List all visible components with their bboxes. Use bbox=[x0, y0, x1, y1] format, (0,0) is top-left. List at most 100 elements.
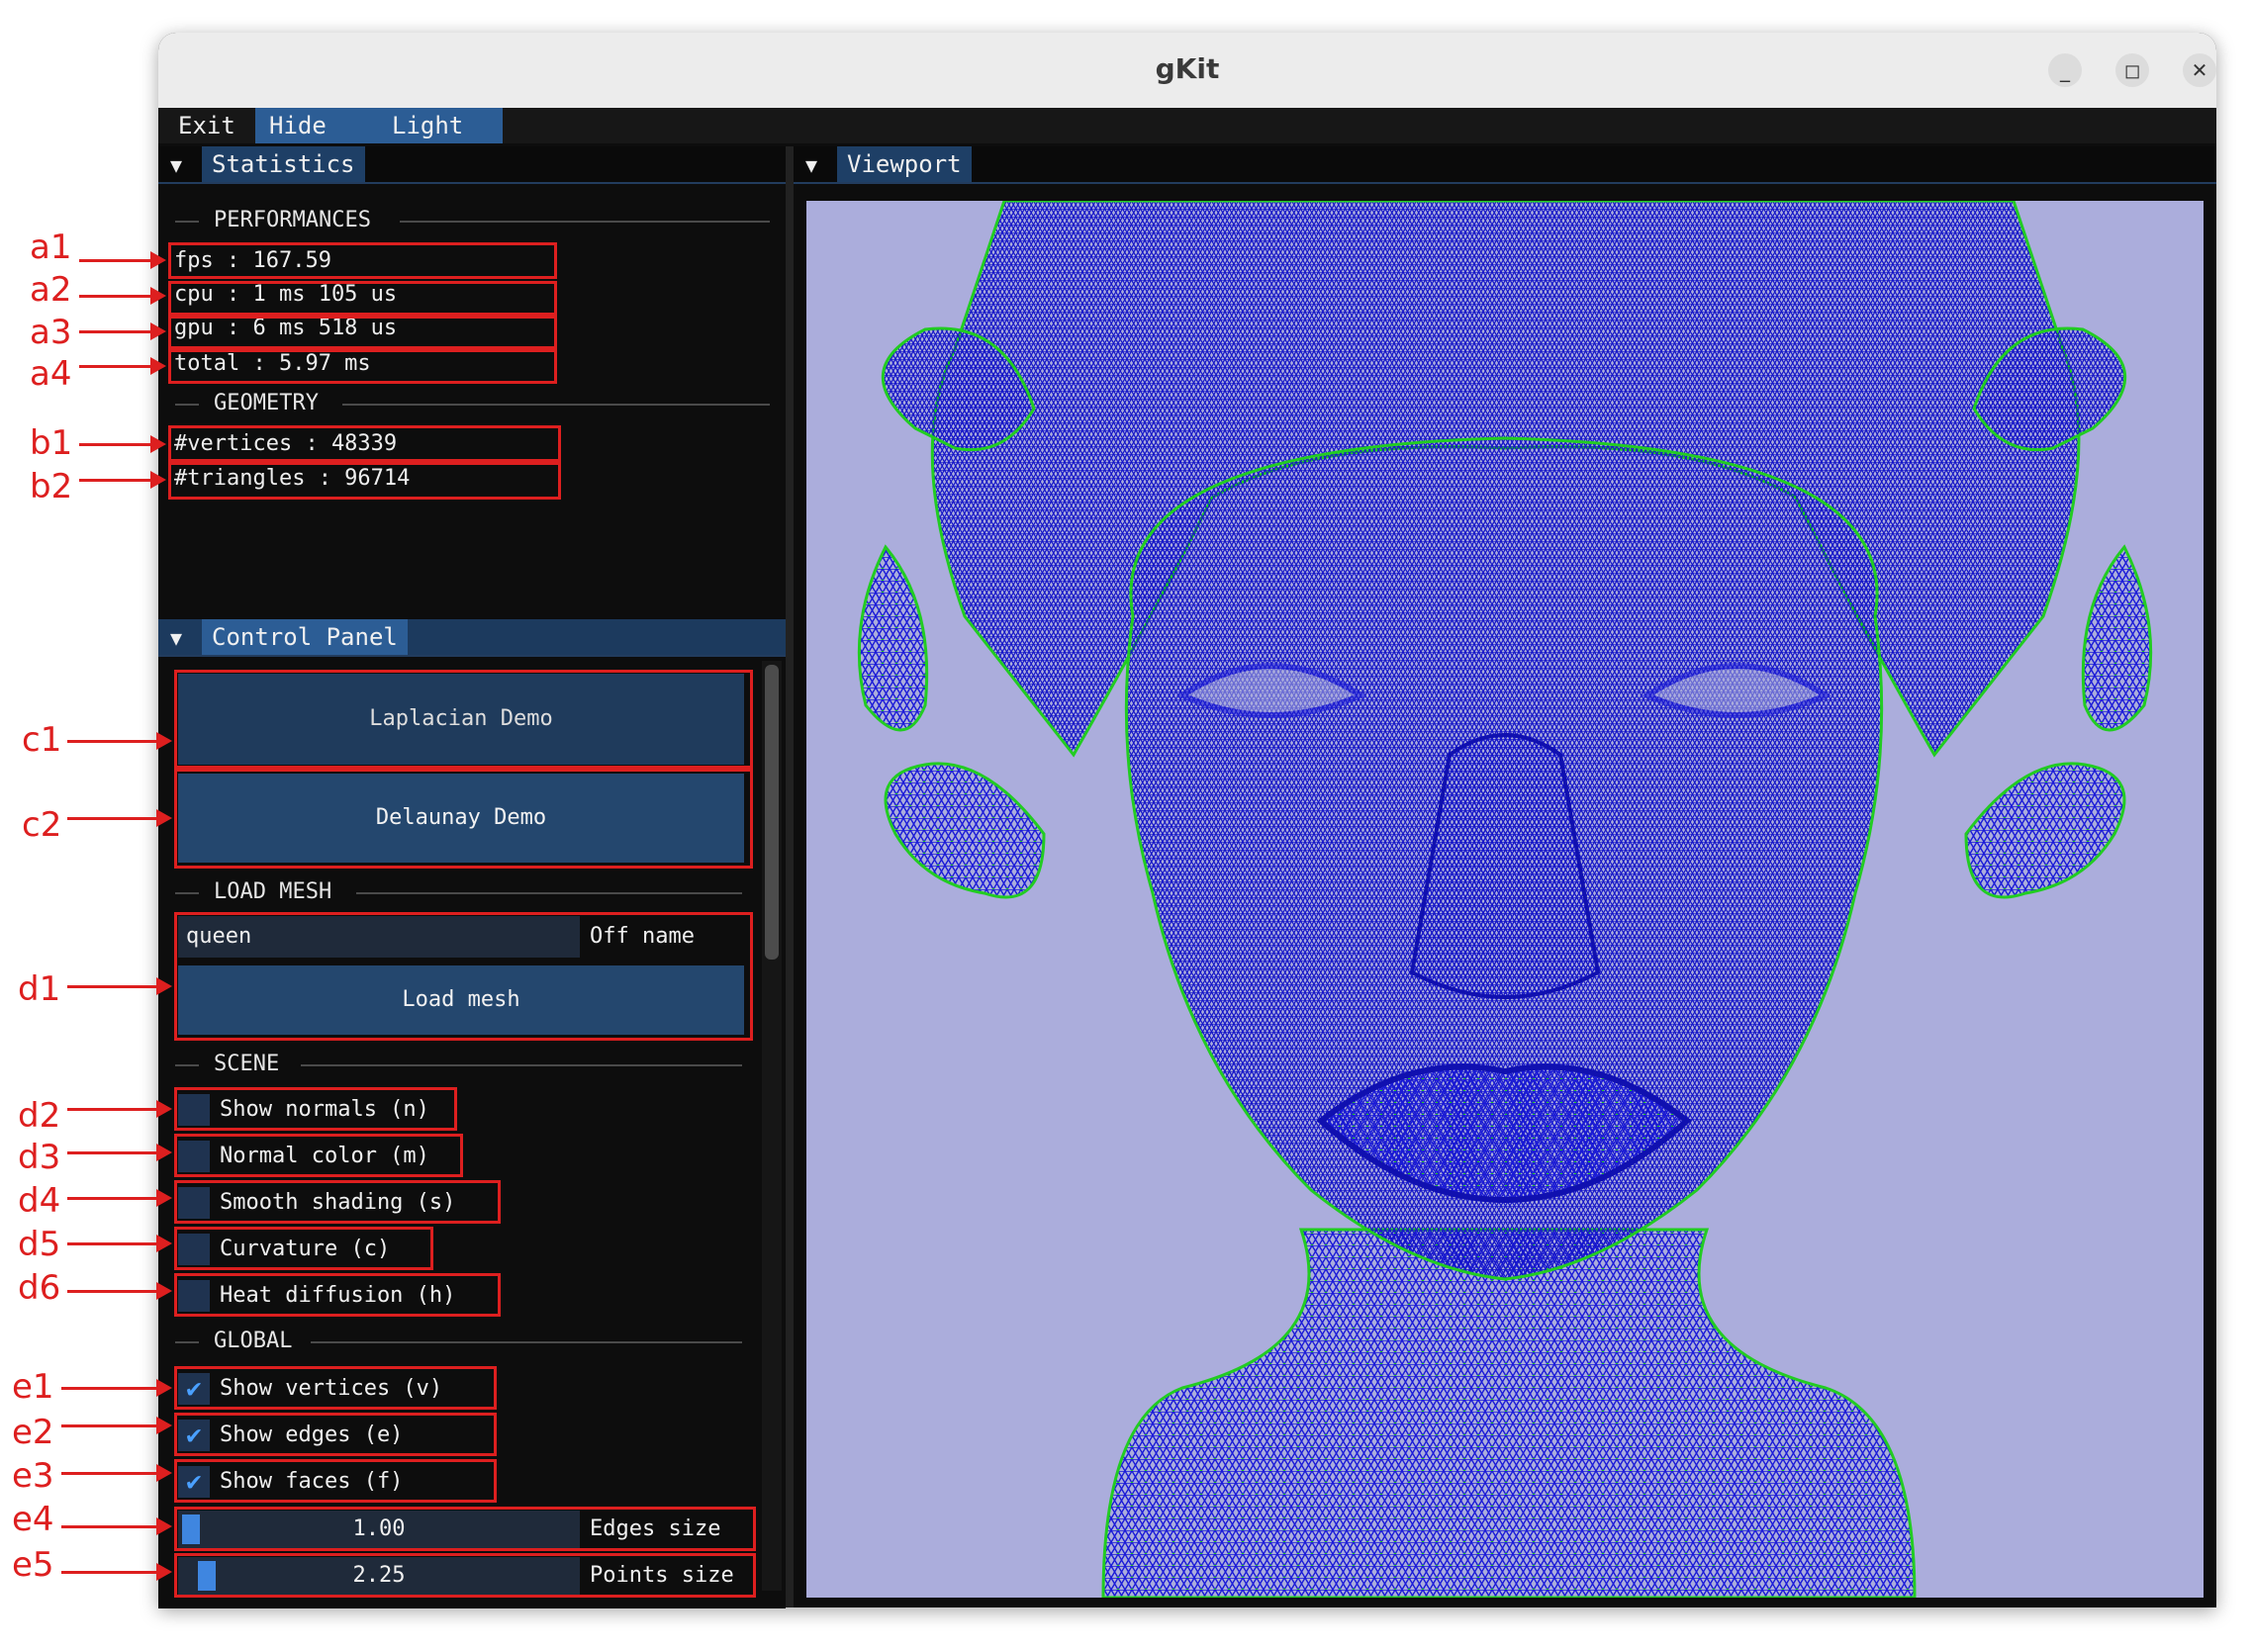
arrow bbox=[67, 1189, 172, 1207]
arrow bbox=[79, 471, 166, 489]
arrow bbox=[79, 322, 166, 340]
statistics-title-bar: ▼ Statistics bbox=[158, 146, 786, 184]
arrow bbox=[79, 251, 166, 269]
arrow bbox=[61, 1464, 172, 1482]
highlight-box-b1 bbox=[168, 425, 561, 462]
separator bbox=[175, 1064, 199, 1066]
arrow bbox=[61, 1379, 172, 1397]
highlight-box-d5 bbox=[174, 1227, 433, 1270]
annotation-a1: a1 bbox=[30, 228, 72, 267]
mesh-left-ear bbox=[884, 762, 1046, 899]
separator bbox=[342, 404, 770, 406]
maximize-icon[interactable]: ◻ bbox=[2115, 53, 2149, 87]
scene-header: SCENE bbox=[214, 1052, 280, 1076]
arrow bbox=[67, 1100, 172, 1118]
annotation-d4: d4 bbox=[18, 1181, 61, 1221]
window-title: gKit bbox=[1155, 52, 1220, 85]
menu-light-theme[interactable]: Light Theme bbox=[378, 108, 503, 175]
highlight-box-d2 bbox=[174, 1087, 457, 1131]
viewport-title-bar: ▼ Viewport bbox=[794, 146, 2216, 184]
annotation-d1: d1 bbox=[18, 969, 61, 1009]
annotation-a2: a2 bbox=[30, 270, 72, 310]
annotation-d5: d5 bbox=[18, 1225, 61, 1264]
mesh-right-ear bbox=[1964, 762, 2126, 899]
highlight-box-d6 bbox=[174, 1273, 501, 1317]
annotation-a3: a3 bbox=[30, 313, 72, 352]
annotation-e1: e1 bbox=[12, 1367, 54, 1407]
separator bbox=[311, 1341, 742, 1343]
highlight-box-e1 bbox=[174, 1366, 497, 1410]
separator bbox=[301, 1064, 742, 1066]
scrollbar-thumb[interactable] bbox=[765, 665, 779, 960]
close-icon[interactable]: ✕ bbox=[2183, 53, 2216, 87]
mesh-left-drop bbox=[857, 544, 929, 732]
minimize-icon[interactable]: _ bbox=[2048, 53, 2082, 87]
highlight-box-e2 bbox=[174, 1413, 497, 1456]
arrow bbox=[79, 287, 166, 305]
annotation-e5: e5 bbox=[12, 1545, 54, 1585]
separator bbox=[175, 1341, 199, 1343]
highlight-box-a2 bbox=[168, 281, 557, 316]
mesh-right-drop bbox=[2081, 544, 2153, 732]
annotation-d2: d2 bbox=[18, 1096, 61, 1136]
highlight-box-a3 bbox=[168, 316, 557, 349]
mesh-wireframe bbox=[857, 201, 2153, 1598]
tab-viewport[interactable]: Viewport bbox=[837, 146, 972, 182]
arrow bbox=[67, 1144, 172, 1161]
separator bbox=[400, 221, 770, 223]
annotation-e3: e3 bbox=[12, 1456, 54, 1496]
highlight-box-c1 bbox=[174, 670, 753, 769]
arrow bbox=[61, 1563, 172, 1581]
geometry-header: GEOMETRY bbox=[214, 391, 319, 415]
highlight-box-a4 bbox=[168, 349, 557, 384]
menu-exit[interactable]: Exit bbox=[164, 108, 249, 143]
arrow bbox=[61, 1517, 172, 1535]
load-mesh-header: LOAD MESH bbox=[214, 879, 332, 904]
annotation-c2: c2 bbox=[22, 805, 62, 845]
arrow bbox=[67, 1235, 172, 1252]
arrow bbox=[67, 809, 172, 827]
highlight-box-c2 bbox=[174, 769, 753, 869]
arrow bbox=[67, 977, 172, 995]
menu-hide-ui[interactable]: Hide UI (TAB) bbox=[255, 108, 378, 211]
collapse-arrow-icon[interactable]: ▼ bbox=[805, 153, 817, 177]
highlight-box-e3 bbox=[174, 1459, 497, 1503]
arrow bbox=[79, 435, 166, 453]
title-bar: gKit _ ◻ ✕ bbox=[158, 33, 2216, 109]
annotation-c1: c1 bbox=[22, 720, 62, 760]
collapse-arrow-icon[interactable]: ▼ bbox=[170, 626, 182, 650]
panel-splitter[interactable] bbox=[786, 146, 794, 1607]
mesh-shoulders bbox=[1101, 1228, 1917, 1598]
highlight-box-b2 bbox=[168, 462, 561, 500]
annotation-b1: b1 bbox=[30, 423, 73, 463]
annotation-d3: d3 bbox=[18, 1138, 61, 1177]
annotation-a4: a4 bbox=[30, 354, 72, 394]
arrow bbox=[67, 732, 172, 750]
highlight-box-e5 bbox=[174, 1553, 756, 1598]
arrow bbox=[61, 1417, 172, 1434]
highlight-box-d3 bbox=[174, 1134, 463, 1177]
control-panel-title-bar: ▼ Control Panel bbox=[158, 619, 786, 657]
menu-bar: Exit Hide UI (TAB) Light Theme bbox=[158, 108, 2216, 211]
highlight-box-d1 bbox=[174, 912, 753, 1041]
annotation-e4: e4 bbox=[12, 1500, 54, 1539]
performances-header: PERFORMANCES bbox=[214, 208, 371, 232]
collapse-arrow-icon[interactable]: ▼ bbox=[170, 153, 182, 177]
annotation-d6: d6 bbox=[18, 1268, 61, 1308]
separator bbox=[175, 404, 199, 406]
arrow bbox=[67, 1282, 172, 1300]
annotation-b2: b2 bbox=[30, 467, 73, 506]
viewport-canvas[interactable] bbox=[806, 201, 2204, 1598]
control-panel-scrollbar[interactable] bbox=[762, 661, 782, 1591]
highlight-box-e4 bbox=[174, 1507, 756, 1551]
global-header: GLOBAL bbox=[214, 1329, 293, 1353]
separator bbox=[175, 221, 199, 223]
tab-statistics[interactable]: Statistics bbox=[202, 146, 365, 182]
separator bbox=[175, 892, 199, 894]
annotation-e2: e2 bbox=[12, 1413, 54, 1452]
arrow bbox=[79, 357, 166, 375]
highlight-box-d4 bbox=[174, 1180, 501, 1224]
tab-control-panel[interactable]: Control Panel bbox=[202, 619, 408, 655]
separator bbox=[356, 892, 742, 894]
highlight-box-a1 bbox=[168, 242, 557, 279]
